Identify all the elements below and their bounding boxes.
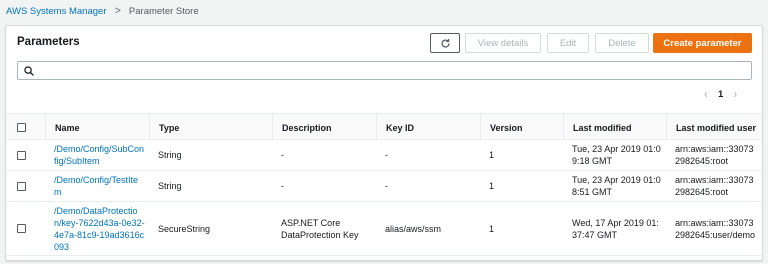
pagination: ‹ 1 › [704, 87, 737, 101]
parameter-name-link[interactable]: /Demo/DataProtection/key-7622d43a-0e32-4… [45, 202, 149, 255]
search-box[interactable] [17, 61, 752, 80]
parameter-description: - [281, 150, 284, 160]
select-all-cell [17, 114, 45, 141]
parameter-name-link[interactable]: /Demo/Config/SubConfig/SubItem [45, 140, 149, 170]
parameters-table: Name Type Description Key ID Version Las… [6, 113, 762, 256]
column-header-last-modified[interactable]: Last modified [563, 114, 666, 141]
parameter-version: 1 [489, 150, 495, 160]
refresh-button[interactable] [430, 33, 460, 53]
row-select-cell [17, 202, 45, 255]
parameter-last-modified: Tue, 23 Apr 2019 01:08:51 GMT [572, 175, 661, 197]
view-details-button[interactable]: View details [465, 33, 541, 53]
prev-page-icon[interactable]: ‹ [704, 87, 708, 101]
parameters-panel: Parameters View details Edit Delete Crea… [5, 25, 763, 261]
page-title: Parameters [17, 36, 80, 48]
parameter-last-modified: Tue, 23 Apr 2019 01:09:18 GMT [572, 144, 661, 166]
breadcrumb-separator-icon: > [114, 5, 121, 17]
parameter-last-modified-user: arn:aws:iam::330732982645:user/demo [675, 217, 756, 240]
parameter-description: - [281, 181, 284, 191]
parameter-type: String [158, 150, 182, 160]
delete-button[interactable]: Delete [595, 33, 649, 53]
parameter-type: SecureString [158, 223, 211, 234]
search-input[interactable] [38, 62, 751, 79]
row-checkbox[interactable] [17, 224, 26, 233]
breadcrumb-systems-manager[interactable]: AWS Systems Manager [6, 6, 106, 17]
column-header-key-id[interactable]: Key ID [376, 114, 480, 141]
row-checkbox[interactable] [17, 150, 26, 160]
parameter-key-id: - [385, 150, 388, 160]
table-row[interactable]: /Demo/Config/TestItem String - - 1 Tue, … [6, 171, 762, 202]
column-header-last-modified-user[interactable]: Last modified user [666, 114, 762, 141]
parameter-version: 1 [489, 223, 495, 234]
row-checkbox[interactable] [17, 181, 26, 191]
create-parameter-button[interactable]: Create parameter [653, 33, 752, 53]
table-header: Name Type Description Key ID Version Las… [6, 113, 762, 141]
table-row[interactable]: /Demo/Config/SubConfig/SubItem String - … [6, 140, 762, 171]
search-icon [24, 65, 34, 76]
parameter-type: String [158, 181, 182, 191]
parameter-key-id: - [385, 181, 388, 191]
parameter-name-link[interactable]: /Demo/Config/TestItem [45, 171, 149, 201]
parameter-last-modified: Wed, 17 Apr 2019 01:37:47 GMT [572, 217, 659, 240]
edit-button[interactable]: Edit [547, 33, 589, 53]
parameter-description: ASP.NET Core DataProtection Key [281, 217, 359, 240]
refresh-icon [441, 38, 450, 48]
parameter-last-modified-user: arn:aws:iam::330732982645:root [675, 175, 754, 197]
parameter-last-modified-user: arn:aws:iam::330732982645:root [675, 144, 754, 166]
column-header-type[interactable]: Type [149, 114, 272, 141]
column-header-description[interactable]: Description [272, 114, 376, 141]
next-page-icon[interactable]: › [733, 87, 737, 101]
column-header-name[interactable]: Name [45, 114, 149, 141]
column-header-version[interactable]: Version [480, 114, 563, 141]
select-all-checkbox[interactable] [17, 123, 26, 132]
breadcrumb: AWS Systems Manager > Parameter Store [6, 2, 199, 20]
parameter-version: 1 [489, 181, 495, 191]
row-select-cell [17, 140, 45, 170]
table-row[interactable]: /Demo/DataProtection/key-7622d43a-0e32-4… [6, 202, 762, 256]
parameter-key-id: alias/aws/ssm [385, 223, 442, 234]
breadcrumb-parameter-store: Parameter Store [128, 5, 199, 17]
row-select-cell [17, 171, 45, 201]
current-page[interactable]: 1 [718, 89, 723, 100]
